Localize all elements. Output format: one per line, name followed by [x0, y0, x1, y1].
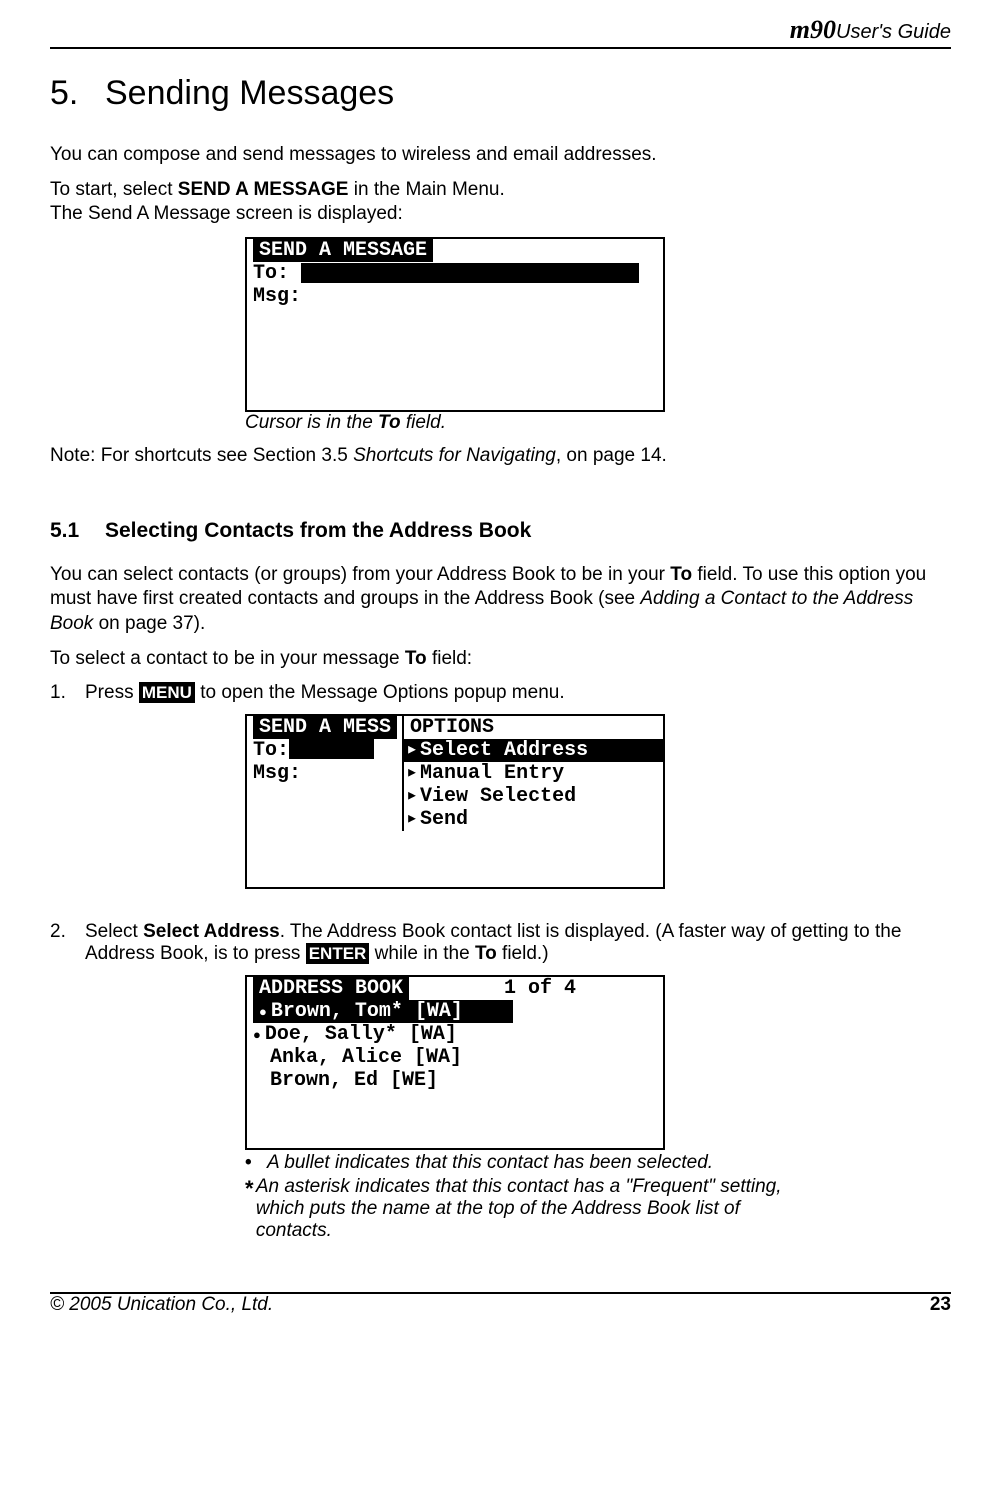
contact-row-1[interactable]: Brown, Tom* [WA] [253, 1000, 513, 1023]
contact-row-4[interactable]: Brown, Ed [WE] [247, 1069, 663, 1092]
options-popup-screen: SEND A MESS To: Msg: OPTIONS Select Addr… [245, 714, 665, 889]
to-label: To: [253, 262, 289, 285]
step2-number: 2. [50, 921, 85, 965]
subsection-title: Selecting Contacts from the Address Book [105, 519, 531, 542]
legend-block: •A bullet indicates that this contact ha… [245, 1152, 795, 1242]
section-title-text: Sending Messages [105, 74, 394, 112]
legend-star-text: An asterisk indicates that this contact … [256, 1176, 795, 1242]
step2-text: Select Select Address. The Address Book … [85, 921, 951, 965]
step1-text: Press MENU to open the Message Options p… [85, 682, 951, 704]
option-select-address[interactable]: Select Address [404, 739, 663, 762]
enter-key: ENTER [306, 943, 370, 964]
page-footer: © 2005 Unication Co., Ltd. 23 [50, 1292, 951, 1316]
note-line: Note: For shortcuts see Section 3.5 Shor… [50, 444, 951, 469]
screen2-msg-label: Msg: [247, 762, 402, 785]
legend-star-symbol: * [245, 1176, 256, 1242]
send-message-screen: SEND A MESSAGE To: Msg: [245, 237, 665, 412]
to-field-cursor [301, 263, 639, 283]
sub-p1: You can select contacts (or groups) from… [50, 563, 951, 637]
screen1-title: SEND A MESSAGE [253, 239, 433, 262]
page-number: 23 [930, 1294, 951, 1316]
options-title: OPTIONS [404, 716, 500, 739]
sub-p2: To select a contact to be in your messag… [50, 647, 951, 672]
options-left-pane: SEND A MESS To: Msg: [247, 716, 404, 831]
page-header: m90User's Guide [50, 15, 951, 49]
subsection-number: 5.1 [50, 519, 105, 543]
section-number: 5. [50, 74, 105, 113]
option-view-selected[interactable]: View Selected [404, 785, 663, 808]
step1-number: 1. [50, 682, 85, 704]
addressbook-title: ADDRESS BOOK [253, 977, 409, 1000]
option-send[interactable]: Send [404, 808, 663, 831]
screen2-to-label: To: [253, 739, 289, 762]
contact-row-2[interactable]: Doe, Sally* [WA] [247, 1023, 663, 1046]
address-book-screen: ADDRESS BOOK 1 of 4 Brown, Tom* [WA] Doe… [245, 975, 665, 1150]
step-2: 2. Select Select Address. The Address Bo… [50, 921, 951, 965]
addressbook-count: 1 of 4 [504, 977, 576, 1000]
intro-p2: To start, select SEND A MESSAGE in the M… [50, 178, 951, 227]
screen1-caption: Cursor is in the To field. [245, 412, 951, 434]
options-menu: OPTIONS Select Address Manual Entry View… [404, 716, 663, 831]
step-1: 1. Press MENU to open the Message Option… [50, 682, 951, 704]
logo-text: m90 [790, 15, 836, 44]
menu-key: MENU [139, 682, 195, 703]
legend-bullet-symbol: • [245, 1152, 267, 1174]
screen1-to-row: To: [247, 262, 663, 285]
screen2-left-title: SEND A MESS [253, 716, 397, 739]
subsection-heading: 5.1Selecting Contacts from the Address B… [50, 519, 951, 543]
legend-bullet-text: A bullet indicates that this contact has… [267, 1152, 713, 1174]
contact-row-3[interactable]: Anka, Alice [WA] [247, 1046, 663, 1069]
intro-p1: You can compose and send messages to wir… [50, 143, 951, 168]
option-manual-entry[interactable]: Manual Entry [404, 762, 663, 785]
screen2-to-cursor [289, 739, 374, 759]
screen1-msg-row: Msg: [247, 285, 663, 308]
copyright: © 2005 Unication Co., Ltd. [50, 1294, 273, 1316]
guide-title: User's Guide [836, 21, 951, 43]
section-heading: 5.Sending Messages [50, 74, 951, 113]
